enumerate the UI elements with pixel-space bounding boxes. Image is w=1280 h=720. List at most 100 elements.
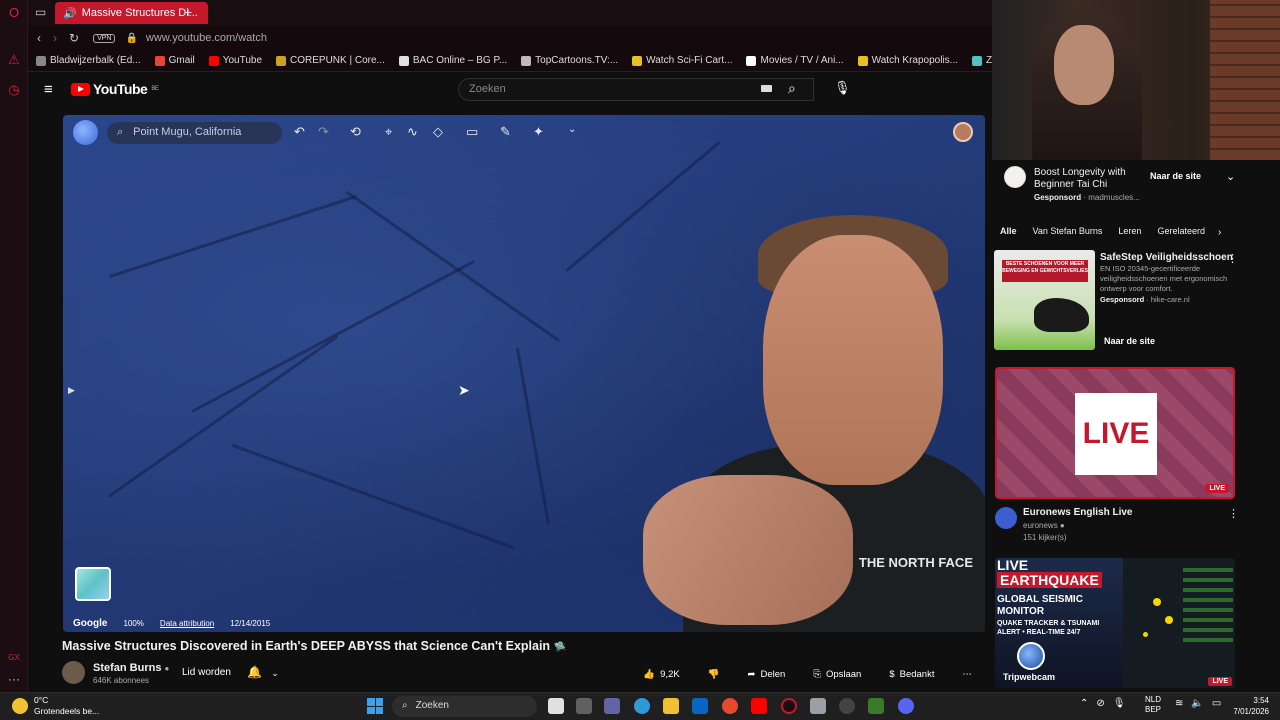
hand <box>643 475 853 625</box>
bookmark-item[interactable]: Watch Sci-Fi Cart... <box>632 55 732 66</box>
wifi-icon[interactable]: ≋ <box>1175 698 1183 709</box>
thanks-button[interactable]: $ Bedankt <box>879 663 944 685</box>
app-icon[interactable] <box>868 698 884 714</box>
video-thumbnail-earthquake[interactable]: LIVE EARTHQUAKE GLOBAL SEISMIC MONITOR Q… <box>995 558 1235 688</box>
visit-site-button[interactable]: Naar de site <box>1150 171 1201 181</box>
lock-icon[interactable]: 🔒 <box>125 33 137 44</box>
gx-icon[interactable]: GX <box>6 650 22 666</box>
filter-chip[interactable]: Van Stefan Burns <box>1033 226 1103 242</box>
discord-icon[interactable] <box>898 698 914 714</box>
ad-thumbnail[interactable]: BESTE SCHOENEN VOOR MEER BEWEGING EN GEW… <box>994 250 1095 350</box>
chevron-up-icon[interactable]: ⌃ <box>1080 698 1088 709</box>
measure-icon[interactable]: ▭ <box>466 124 478 140</box>
channel-name[interactable]: Stefan Burns ● <box>93 662 169 674</box>
store-icon[interactable] <box>576 698 592 714</box>
video-title[interactable]: Euronews English Live <box>1023 507 1132 518</box>
kebab-menu-icon[interactable]: ⋮ <box>1228 507 1239 520</box>
back-icon[interactable]: ‹ <box>37 31 41 45</box>
opera-logo-icon[interactable]: O <box>6 5 22 21</box>
undo-icon[interactable]: ↶ <box>294 124 305 140</box>
earth-avatar[interactable] <box>953 122 973 142</box>
tools-icon[interactable]: ✎ <box>500 124 511 140</box>
bookmark-item[interactable]: Movies / TV / Ani... <box>746 55 844 66</box>
sponsored-product-ad[interactable]: BESTE SCHOENEN VOOR MEER BEWEGING EN GEW… <box>994 250 1244 354</box>
vpn-badge[interactable]: VPN <box>93 33 116 43</box>
bookmark-item[interactable]: COREPUNK | Core... <box>276 55 385 66</box>
battery-icon[interactable]: ▭ <box>1212 698 1221 709</box>
chevron-right-icon[interactable]: › <box>1218 227 1221 238</box>
dislike-button[interactable]: 👎 <box>698 663 730 685</box>
language-indicator[interactable]: NLD BEP <box>1145 695 1161 715</box>
forward-icon[interactable]: › <box>53 31 57 45</box>
aria-icon[interactable]: ⚠ <box>6 52 22 68</box>
map-style-thumbnail[interactable] <box>75 567 111 601</box>
chevron-down-icon[interactable]: ⌄ <box>568 124 576 135</box>
url-field[interactable]: www.youtube.com/watch <box>146 32 267 44</box>
menu-icon[interactable]: ≡ <box>44 81 53 98</box>
chrome-icon[interactable] <box>722 698 738 714</box>
mic-icon[interactable]: 🎙 <box>1113 698 1126 709</box>
save-button[interactable]: ⎘ Opslaan <box>803 663 871 685</box>
new-tab-button[interactable]: + <box>184 4 192 20</box>
join-button[interactable]: Lid worden <box>170 663 243 685</box>
weather-widget[interactable]: 0°C Grotendeels be... <box>12 695 99 717</box>
visit-site-button[interactable]: Naar de site <box>1104 336 1155 346</box>
sponsored-ad[interactable]: Boost Longevity with Beginner Tai Chi Ge… <box>1004 164 1244 204</box>
reload-icon[interactable]: ↻ <box>69 31 79 45</box>
bookmark-item[interactable]: YouTube <box>208 55 262 66</box>
taskbar-search[interactable]: ⌕ Zoeken <box>392 696 537 717</box>
brick-wall <box>1210 0 1280 160</box>
start-button[interactable] <box>367 698 383 714</box>
calculator-icon[interactable] <box>810 698 826 714</box>
search-icon[interactable]: ⌕ <box>788 80 796 97</box>
placemark-icon[interactable]: ⌖ <box>385 124 392 140</box>
video-player[interactable]: ⌕ Point Mugu, California ↶ ↷ ⟲ ⌖ ∿ ◇ ▭ ✎… <box>63 115 985 632</box>
bookmark-item[interactable]: TopCartoons.TV:... <box>521 55 618 66</box>
path-icon[interactable]: ∿ <box>407 124 418 140</box>
earth-search-input[interactable]: ⌕ Point Mugu, California <box>107 122 282 144</box>
edge-icon[interactable] <box>634 698 650 714</box>
outlook-icon[interactable] <box>692 698 708 714</box>
opera-gx-icon[interactable] <box>781 698 797 714</box>
expand-panel-icon[interactable]: ▶ <box>68 385 75 396</box>
channel-avatar[interactable] <box>995 507 1017 529</box>
data-attribution-link[interactable]: Data attribution <box>160 619 214 628</box>
filter-chip[interactable]: Leren <box>1118 226 1141 242</box>
task-view-icon[interactable] <box>548 698 564 714</box>
redo-icon[interactable]: ↷ <box>318 124 329 140</box>
channel-name[interactable]: euronews ● <box>1023 521 1065 530</box>
bookmark-item[interactable]: Gmail <box>154 55 195 66</box>
volume-icon[interactable]: 🔈 <box>1191 698 1203 709</box>
bookmark-item[interactable]: Watch Krapopolis... <box>857 55 958 66</box>
chevron-down-icon[interactable]: ⌄ <box>1226 170 1235 183</box>
sparkle-icon[interactable]: ✦ <box>533 124 544 140</box>
subscribe-bell-button[interactable]: 🔔 ⌄ <box>247 665 279 679</box>
video-thumbnail-live[interactable]: LIVE LIVE <box>995 367 1235 499</box>
earth-menu-icon[interactable] <box>73 120 98 145</box>
youtube-app-icon[interactable] <box>751 698 767 714</box>
steam-icon[interactable] <box>839 698 855 714</box>
youtube-logo[interactable]: YouTube BE <box>71 81 159 97</box>
mic-icon[interactable]: 🎙 <box>834 80 851 96</box>
tab-list-icon[interactable]: ▭ <box>35 5 46 19</box>
file-explorer-icon[interactable] <box>663 698 679 714</box>
history-slider-icon[interactable]: ⟲ <box>350 124 361 140</box>
clock[interactable]: 3:54 7/01/2026 <box>1227 695 1269 717</box>
like-button[interactable]: 👍 9,2K <box>633 663 689 685</box>
teams-icon[interactable] <box>604 698 620 714</box>
filter-chip[interactable]: Gerelateerd <box>1157 226 1205 242</box>
more-icon[interactable]: ⋯ <box>6 672 22 688</box>
bookmark-item[interactable]: BAC Online – BG P... <box>398 55 507 66</box>
network-off-icon[interactable]: ⊘ <box>1096 698 1104 709</box>
filter-chip[interactable]: Alle <box>1000 226 1017 242</box>
share-button[interactable]: ➦ Delen <box>738 663 796 685</box>
keyboard-icon[interactable] <box>761 85 772 92</box>
subscriber-count: 646K abonnees <box>93 676 150 685</box>
channel-avatar[interactable] <box>62 661 85 684</box>
speaker-icon[interactable]: 🔊 <box>63 7 77 20</box>
more-actions-button[interactable]: ⋯ <box>953 663 983 685</box>
history-icon[interactable]: ◷ <box>6 82 22 98</box>
layers-icon[interactable]: ◇ <box>433 124 443 140</box>
bookmark-item[interactable]: Bladwijzerbalk (Ed... <box>36 55 141 66</box>
kebab-menu-icon[interactable]: ⋮ <box>1227 252 1238 265</box>
